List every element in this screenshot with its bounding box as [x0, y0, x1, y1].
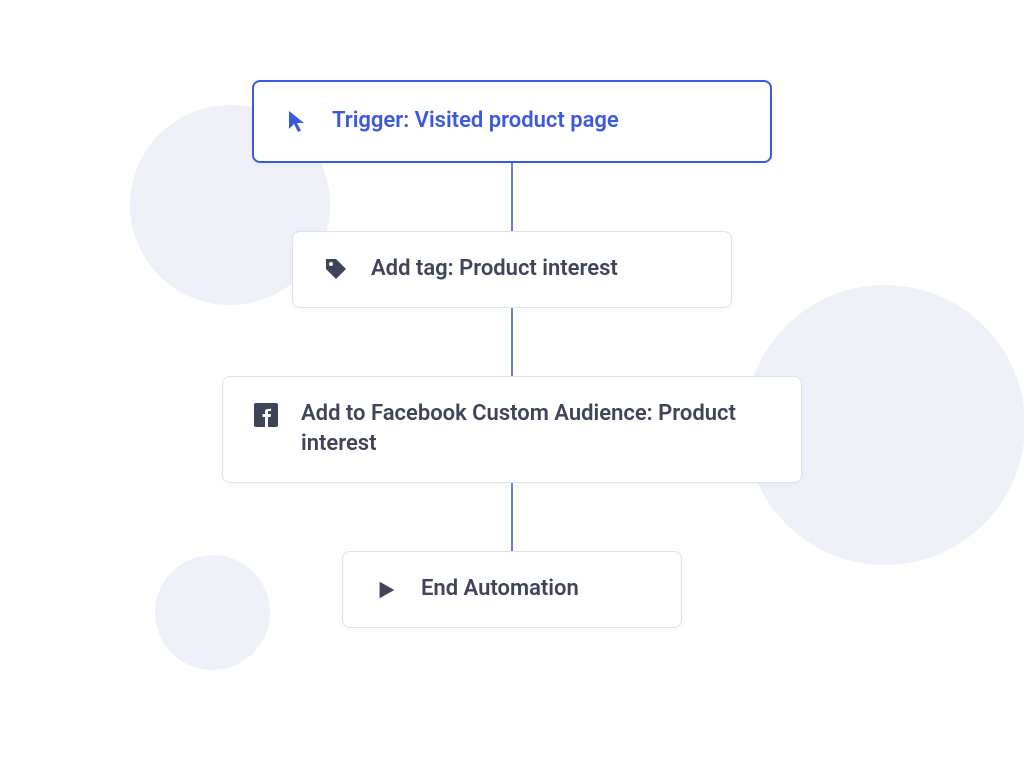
- facebook-icon: [253, 402, 279, 428]
- automation-flow: Trigger: Visited product page Add tag: P…: [0, 80, 1024, 628]
- end-node[interactable]: End Automation: [342, 551, 682, 628]
- tag-action-label: Add tag: Product interest: [371, 254, 618, 285]
- flow-connector: [511, 483, 513, 551]
- tag-icon: [323, 256, 349, 282]
- facebook-action-node[interactable]: Add to Facebook Custom Audience: Product…: [222, 376, 802, 484]
- play-icon: [373, 577, 399, 603]
- trigger-node[interactable]: Trigger: Visited product page: [252, 80, 772, 163]
- cursor-icon: [284, 108, 310, 134]
- tag-action-node[interactable]: Add tag: Product interest: [292, 231, 732, 308]
- facebook-action-label: Add to Facebook Custom Audience: Product…: [301, 399, 771, 461]
- flow-connector: [511, 163, 513, 231]
- trigger-label: Trigger: Visited product page: [332, 106, 619, 137]
- end-label: End Automation: [421, 574, 579, 605]
- flow-connector: [511, 308, 513, 376]
